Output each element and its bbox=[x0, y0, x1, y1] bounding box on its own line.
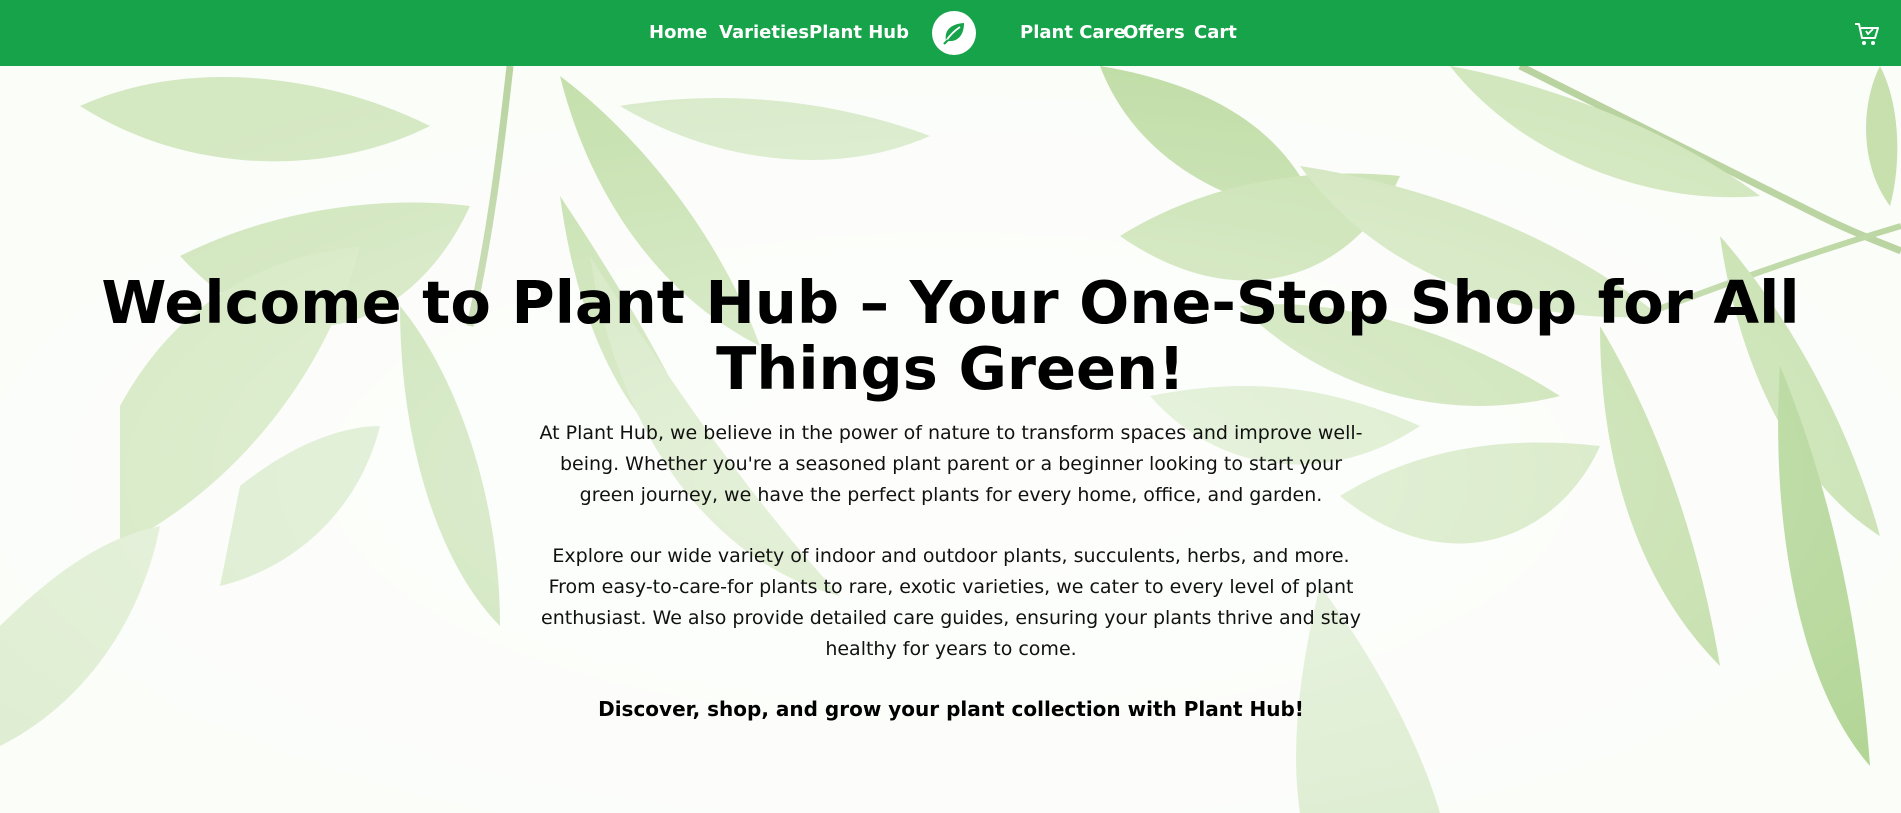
shopping-cart-icon[interactable] bbox=[1853, 20, 1881, 48]
logo-button[interactable] bbox=[932, 11, 976, 55]
nav-link-varieties[interactable]: Varieties bbox=[719, 22, 809, 44]
nav-link-offers[interactable]: Offers bbox=[1123, 22, 1185, 44]
nav-link-cart[interactable]: Cart bbox=[1194, 22, 1237, 44]
hero-title: Welcome to Plant Hub – Your One-Stop Sho… bbox=[101, 268, 1800, 403]
hero-paragraph-2: Explore our wide variety of indoor and o… bbox=[541, 545, 1361, 660]
hero-tagline: Discover, shop, and grow your plant coll… bbox=[598, 697, 1304, 721]
nav-link-plant-hub[interactable]: Plant Hub bbox=[809, 22, 909, 44]
leaf-icon bbox=[943, 23, 964, 45]
nav-link-home[interactable]: Home bbox=[649, 22, 707, 44]
top-navbar: Home Varieties Plant Hub Plant Care Offe… bbox=[0, 0, 1901, 66]
nav-link-plant-care[interactable]: Plant Care bbox=[1020, 22, 1126, 44]
hero-paragraph-1: At Plant Hub, we believe in the power of… bbox=[539, 422, 1363, 506]
page: Home Varieties Plant Hub Plant Care Offe… bbox=[0, 0, 1901, 813]
